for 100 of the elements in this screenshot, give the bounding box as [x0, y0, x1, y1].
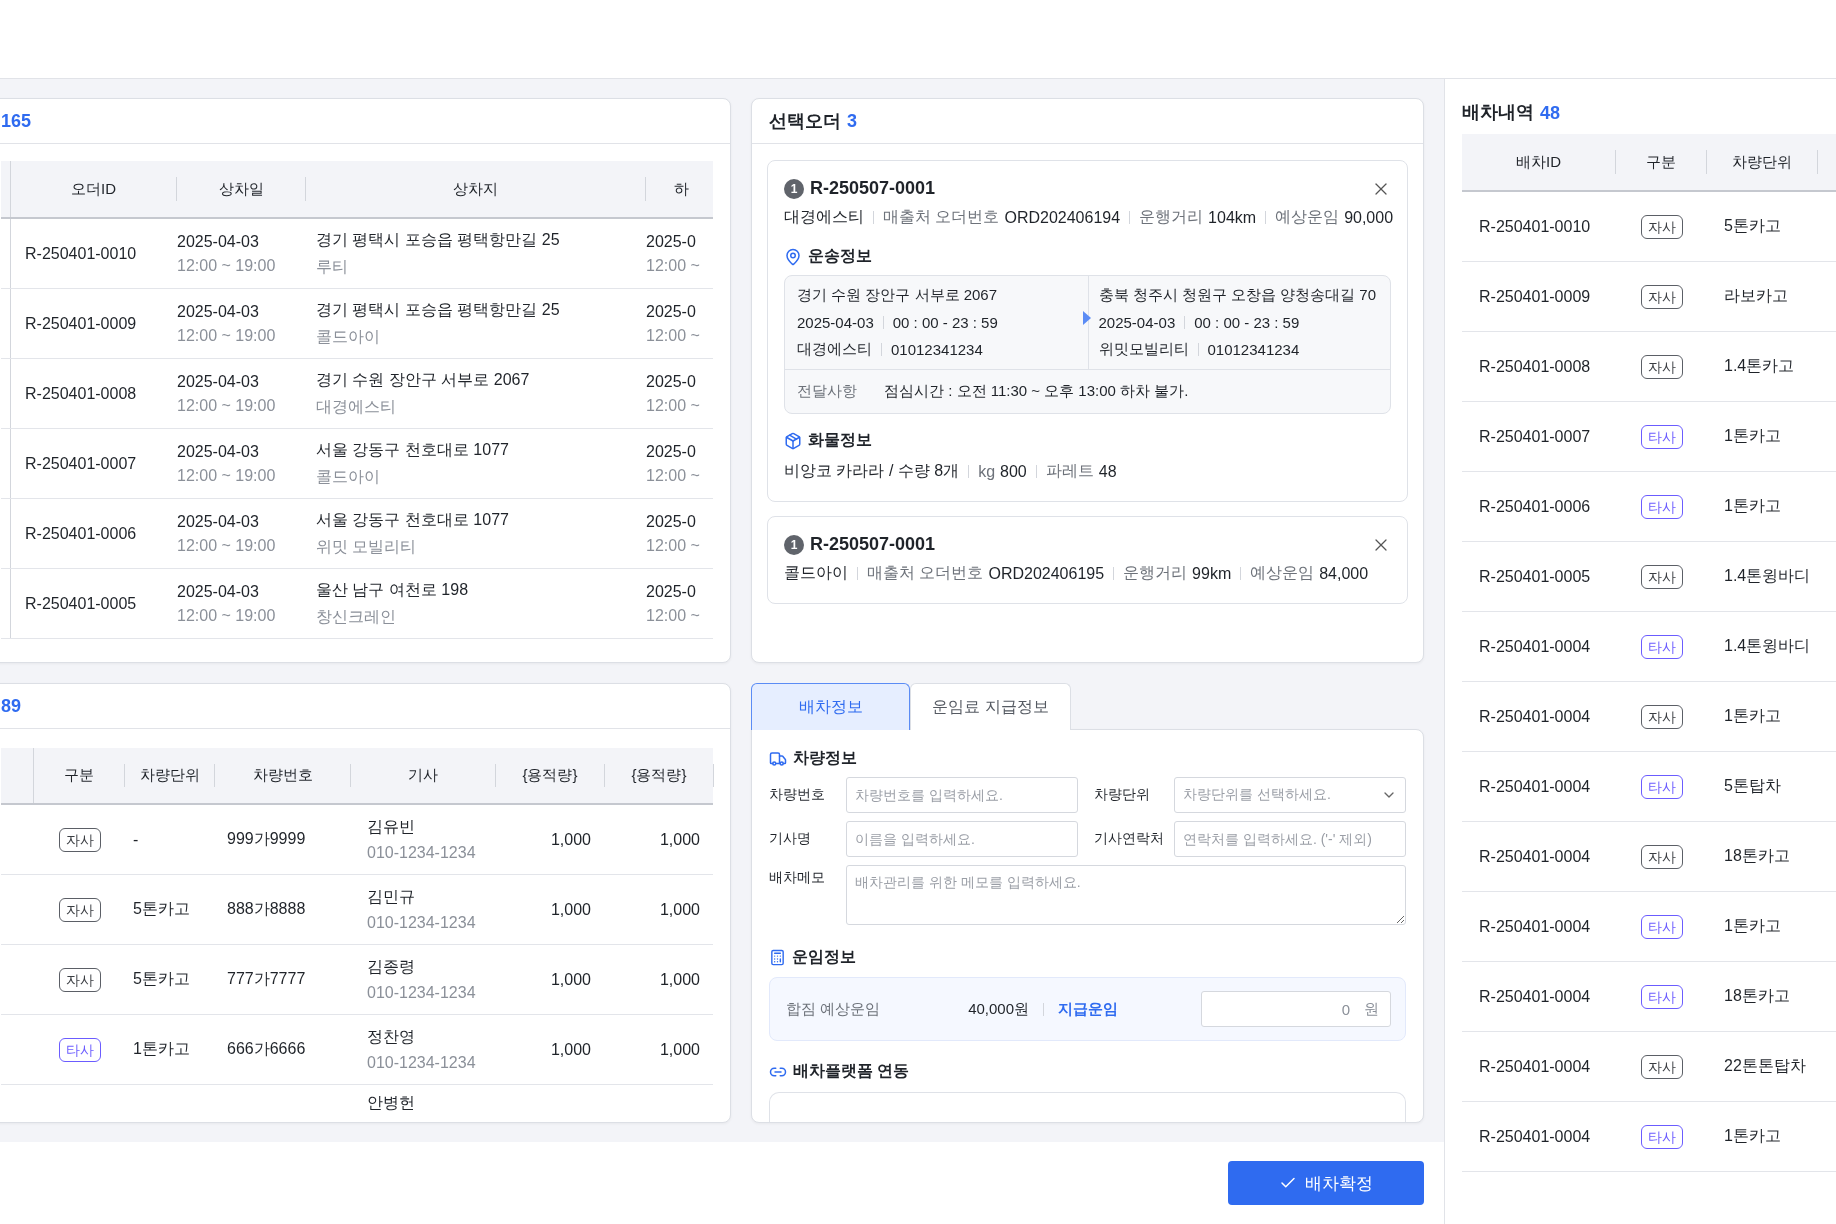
load-time: 12:00 ~ 19:00 — [177, 326, 277, 345]
type-badge: 자사 — [1640, 1054, 1683, 1079]
info-label: kg — [978, 462, 996, 481]
type-badge: 타사 — [1640, 634, 1683, 659]
company-text: 위밋모빌리티 — [1098, 340, 1189, 359]
capacity-cell-text: 1,000 — [658, 970, 701, 989]
load-address: 서울 강동구 천호대로 1077 — [316, 439, 510, 460]
load-date: 2025-04-03 — [177, 302, 260, 321]
order-id-cell-text: R-250401-0007 — [24, 454, 138, 473]
arrow-icon — [1082, 311, 1091, 325]
info-value: ORD202406195 — [988, 564, 1105, 583]
note-text: 점심시간 : 오전 11:30 ~ 오후 13:00 하차 불가. — [884, 382, 1189, 401]
type-badge: 자사 — [1640, 564, 1683, 589]
panel-title: 선택오더 — [769, 110, 841, 133]
capacity-cell-text: 1,000 — [549, 900, 592, 919]
date-text: 2025-04-03 — [797, 314, 874, 331]
dispatch-id-cell-text: R-250401-0006 — [1478, 497, 1592, 516]
plate-number-cell-text: 666가6666 — [226, 1039, 307, 1059]
type-badge: 자사 — [1640, 354, 1683, 379]
dispatch-id-cell-text: R-250401-0004 — [1478, 1057, 1592, 1076]
select-field[interactable]: 차량단위를 선택하세요. — [1174, 777, 1406, 813]
dispatch-id-cell-text: R-250401-0004 — [1478, 987, 1592, 1006]
info-label: 매출처 오더번호 — [867, 563, 984, 583]
fare-label: 합짐 예상운임 — [786, 999, 881, 1019]
fare-amount: 40,000원 — [968, 999, 1030, 1019]
vehicle-unit-cell-text: 1톤카고 — [1723, 426, 1782, 446]
type-badge: 자사 — [1640, 214, 1683, 239]
column-header: 오더ID — [71, 179, 116, 199]
dispatch-id-cell-text: R-250401-0009 — [1478, 287, 1592, 306]
capacity-cell-text: 1,000 — [549, 970, 592, 989]
type-badge: 타사 — [58, 1037, 101, 1062]
capacity-cell-text: 1,000 — [658, 900, 701, 919]
column-header: 차량번호 — [252, 766, 313, 785]
column-header: 구분 — [1646, 152, 1676, 172]
info-value: 99km — [1192, 564, 1232, 583]
tab[interactable]: 운임료 지급정보 — [910, 683, 1071, 730]
driver-name: 안병헌 — [367, 1093, 416, 1113]
type-badge: 타사 — [1640, 494, 1683, 519]
load-address: 서울 강동구 천호대로 1077 — [316, 509, 510, 530]
capacity-cell-text: 1,000 — [658, 830, 701, 849]
order-id-cell-text: R-250401-0009 — [24, 314, 138, 333]
input-field[interactable]: 차량번호를 입력하세요. — [846, 777, 1078, 813]
vehicle-unit-cell-text: - — [132, 830, 140, 849]
load-date: 2025-04-03 — [177, 582, 260, 601]
section-title: 차량정보 — [793, 748, 857, 768]
memo-field[interactable]: 배차관리를 위한 메모를 입력하세요. — [846, 865, 1406, 925]
driver-name: 김종령 — [367, 957, 416, 977]
load-address: 경기 평택시 포승읍 평택항만길 25 — [316, 299, 561, 320]
field-label: 기사명 — [769, 830, 812, 848]
vehicle-unit-cell-text: 5톤카고 — [1723, 216, 1782, 236]
input-field[interactable]: 이름을 입력하세요. — [846, 821, 1078, 857]
info-label: 운행거리 — [1139, 207, 1204, 227]
column-header: 하 — [673, 179, 689, 199]
field-label: 기사연락처 — [1094, 830, 1165, 848]
order-id-cell-text: R-250401-0008 — [24, 384, 138, 403]
company-name: 대경에스티 — [784, 207, 864, 227]
capacity-cell-text: 1,000 — [549, 830, 592, 849]
field-label: 차량단위 — [1094, 786, 1151, 804]
index-badge: 1 — [784, 534, 804, 555]
type-badge: 자사 — [58, 827, 101, 852]
info-value: 800 — [1000, 462, 1027, 481]
order-id: R-250507-0001 — [810, 178, 937, 199]
vehicle-unit-cell-text: 1톤카고 — [1723, 1126, 1782, 1146]
section-title: 운임정보 — [792, 947, 856, 967]
plate-number-cell-text: 999가9999 — [226, 829, 307, 849]
company-text: 대경에스티 — [797, 340, 872, 359]
column-header: 상차지 — [453, 179, 498, 199]
info-value: 84,000 — [1319, 564, 1369, 583]
order-id-cell-text: R-250401-0006 — [24, 524, 138, 543]
driver-name: 김유빈 — [367, 817, 416, 837]
type-badge: 자사 — [1640, 284, 1683, 309]
load-date: 2025-04-03 — [177, 372, 260, 391]
tab[interactable]: 배차정보 — [751, 683, 910, 730]
column-header: 기사 — [408, 766, 438, 785]
type-badge: 타사 — [1640, 774, 1683, 799]
location-pin-icon — [784, 247, 802, 266]
dispatch-id-cell-text: R-250401-0005 — [1478, 567, 1592, 586]
phone-text: 01012341234 — [1207, 341, 1300, 358]
dispatch-id-cell-text: R-250401-0004 — [1478, 1127, 1592, 1146]
unload-time: 12:00 ~ — [646, 466, 701, 485]
unload-time: 12:00 ~ — [646, 606, 701, 625]
driver-phone: 010-1234-1234 — [367, 1054, 477, 1072]
vehicle-unit-cell-text: 1톤카고 — [1723, 496, 1782, 516]
vehicle-unit-cell-text: 18톤카고 — [1723, 846, 1791, 866]
unload-time: 12:00 ~ — [646, 326, 701, 345]
unload-date: 2025-0 — [646, 512, 697, 531]
load-date: 2025-04-03 — [177, 232, 260, 251]
input-field[interactable]: 연락처를 입력하세요. ('-' 제외) — [1174, 821, 1406, 857]
capacity-cell-text: 1,000 — [549, 1040, 592, 1059]
time-range-text: 00 : 00 - 23 : 59 — [1194, 314, 1300, 331]
note-label: 전달사항 — [797, 382, 857, 401]
load-company: 콜드아이 — [316, 326, 381, 347]
dispatch-id-cell-text: R-250401-0004 — [1478, 777, 1592, 796]
selected-count: 3 — [847, 110, 857, 132]
vehicle-unit-cell-text: 1톤카고 — [132, 1039, 191, 1059]
phone-text: 01012341234 — [891, 341, 983, 358]
confirm-button[interactable]: 배차확정 — [1228, 1161, 1424, 1205]
pay-label: 지급운임 — [1058, 999, 1119, 1019]
dispatch-id-cell-text: R-250401-0010 — [1478, 217, 1592, 236]
order-id-cell-text: R-250401-0005 — [24, 594, 138, 613]
